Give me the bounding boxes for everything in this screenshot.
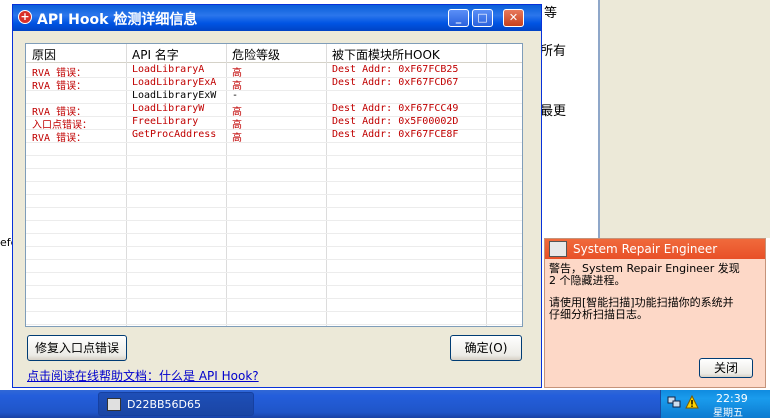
row-gridline — [26, 285, 522, 286]
row-gridline — [26, 233, 522, 234]
cell-hook-module: Dest Addr: 0xF67FCE8F — [332, 129, 459, 140]
column-divider — [326, 44, 327, 326]
minimize-button[interactable]: _ — [448, 9, 469, 27]
taskbar-item[interactable]: D22BB56D65 — [98, 392, 254, 416]
cell-risk-level: 高 — [232, 133, 242, 144]
notification-line: 仔细分析扫描日志。 — [549, 308, 648, 321]
notification-title: System Repair Engineer — [573, 242, 718, 256]
network-icon[interactable] — [667, 395, 681, 409]
background-text-3: 最更 — [540, 104, 567, 119]
notification-popup: System Repair Engineer 警告，System Repair … — [544, 238, 766, 388]
row-gridline — [26, 259, 522, 260]
system-tray: 22:39 星期五 — [660, 390, 770, 419]
notification-body: 警告，System Repair Engineer 发现 2 个隐藏进程。 请使… — [549, 263, 761, 321]
app-icon: + — [18, 10, 32, 24]
fix-entry-point-button[interactable]: 修复入口点错误 — [27, 335, 127, 361]
cell-hook-module: Dest Addr: 0xF67FCC49 — [332, 103, 459, 114]
row-gridline — [26, 90, 522, 91]
column-header-risk[interactable]: 危险等级 — [232, 46, 280, 63]
row-gridline — [26, 194, 522, 195]
notification-titlebar: System Repair Engineer — [545, 239, 765, 259]
row-gridline — [26, 311, 522, 312]
row-gridline — [26, 155, 522, 156]
close-button[interactable]: ✕ — [503, 9, 524, 27]
notification-line: 2 个隐藏进程。 — [549, 274, 626, 287]
cell-hook-module: Dest Addr: 0xF67FCD67 — [332, 77, 459, 88]
cell-reason: RVA 错误： — [32, 133, 87, 144]
row-gridline — [26, 181, 522, 182]
help-link[interactable]: 点击阅读在线帮助文档：什么是 API Hook? — [27, 367, 259, 384]
hook-list[interactable]: 原因 API 名字 危险等级 被下面模块所HOOK RVA 错误： LoadLib… — [25, 43, 523, 327]
row-gridline — [26, 142, 522, 143]
column-header-reason[interactable]: 原因 — [32, 46, 56, 63]
column-divider — [226, 44, 227, 326]
row-gridline — [26, 324, 522, 325]
close-icon: ✕ — [508, 11, 519, 24]
row-gridline — [26, 298, 522, 299]
cell-hook-module: Dest Addr: 0x5F00002D — [332, 116, 459, 127]
column-divider — [486, 44, 487, 326]
api-hook-dialog: + API Hook 检测详细信息 _ □ ✕ 原因 API 名字 危险等级 被… — [12, 4, 542, 388]
row-gridline — [26, 272, 522, 273]
row-gridline — [26, 207, 522, 208]
taskbar: D22BB56D65 22:39 星期五 — [0, 390, 770, 419]
row-gridline — [26, 168, 522, 169]
clock-day: 星期五 — [713, 408, 743, 419]
column-divider — [126, 44, 127, 326]
background-text-2: 所有 — [540, 44, 567, 59]
maximize-button[interactable]: □ — [472, 9, 493, 27]
maximize-icon: □ — [477, 11, 488, 24]
taskbar-item-label: D22BB56D65 — [127, 398, 202, 411]
cell-risk-level: - — [232, 90, 239, 101]
row-gridline — [26, 220, 522, 221]
cell-reason: RVA 错误： — [32, 81, 87, 92]
cell-api-name: GetProcAddress — [132, 129, 217, 140]
app-window-icon — [549, 241, 567, 257]
column-header-hook[interactable]: 被下面模块所HOOK — [332, 46, 440, 63]
warning-icon[interactable] — [685, 395, 699, 409]
column-header-api[interactable]: API 名字 — [132, 46, 179, 63]
app-window-icon — [107, 398, 121, 411]
cell-api-name: LoadLibraryExA — [132, 77, 217, 88]
cell-api-name: FreeLibrary — [132, 116, 199, 127]
row-gridline — [26, 246, 522, 247]
background-left-fragment: efe — [0, 236, 12, 249]
dialog-title: API Hook 检测详细信息 — [37, 12, 198, 28]
dialog-titlebar[interactable]: + API Hook 检测详细信息 _ □ ✕ — [13, 5, 541, 31]
list-header: 原因 API 名字 危险等级 被下面模块所HOOK — [26, 44, 522, 63]
background-text-1: 等 — [544, 6, 558, 21]
cell-api-name: LoadLibraryExW — [132, 90, 217, 101]
minimize-icon: _ — [455, 11, 462, 24]
cell-hook-module: Dest Addr: 0xF67FCB25 — [332, 64, 459, 75]
background-panel — [600, 0, 770, 238]
ok-button[interactable]: 确定(O) — [450, 335, 522, 361]
cell-api-name: LoadLibraryW — [132, 103, 205, 114]
cell-api-name: LoadLibraryA — [132, 64, 205, 75]
notification-close-button[interactable]: 关闭 — [699, 358, 753, 378]
